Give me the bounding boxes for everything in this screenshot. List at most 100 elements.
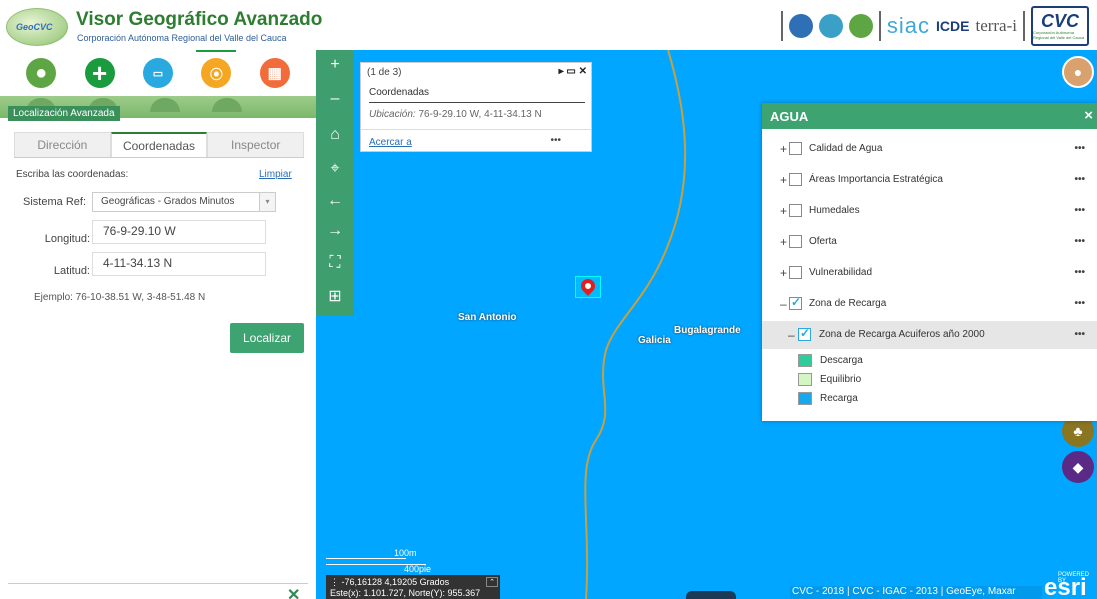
panel-title: Localización Avanzada	[8, 106, 120, 121]
coordinate-readout: ⋮ -76,16128 4,19205 Grados Este(x): 1.10…	[326, 575, 500, 599]
layer-row[interactable]: + Vulnerabilidad •••	[762, 261, 1097, 285]
locate-icon[interactable]: ⌖	[316, 154, 354, 184]
more-options-icon[interactable]: •••	[1074, 143, 1085, 154]
popup-more-icon[interactable]: •••	[550, 135, 561, 146]
location-marker[interactable]	[575, 276, 601, 298]
pin-tool-button[interactable]: ●	[26, 58, 57, 88]
esri-logo: POWERED BY esri	[1044, 570, 1097, 599]
measure-tool-button[interactable]: ▭	[142, 58, 173, 88]
place-label: Bugalagrande	[674, 325, 741, 336]
popup-body-label: Ubicación:	[369, 109, 416, 120]
terrai-logo: terra-i	[975, 16, 1017, 35]
reference-system-value: Geográficas - Grados Minutos	[101, 196, 235, 207]
layer-name: Calidad de Agua	[809, 143, 883, 154]
pin-icon: ●	[35, 61, 48, 84]
add-tool-button[interactable]: +	[84, 57, 115, 88]
collapse-icon[interactable]: –	[780, 297, 787, 311]
map-attribution: CVC - 2018 | CVC - IGAC - 2013 | GeoEye,…	[790, 586, 1042, 599]
app-title: Visor Geográfico Avanzado	[76, 9, 323, 30]
expand-icon[interactable]: +	[780, 266, 787, 280]
coordinate-line2: Este(x): 1.101.727, Norte(Y): 955.367	[330, 588, 481, 598]
more-options-icon[interactable]: •••	[1074, 329, 1085, 340]
coordinate-menu-icon[interactable]: ⋮	[330, 577, 339, 587]
sublayer-checkbox[interactable]	[798, 326, 811, 341]
scale-bar: 100m 400pie	[326, 548, 486, 575]
forward-arrow-icon[interactable]: →	[316, 216, 354, 246]
layer-name: Áreas Importancia Estratégica	[809, 174, 943, 185]
expand-icon[interactable]: +	[780, 204, 787, 218]
shadow-shape	[150, 98, 180, 112]
localizar-button[interactable]: Localizar	[230, 323, 304, 353]
layer-panel-header: AGUA ×	[762, 103, 1097, 129]
close-icon[interactable]: ×	[1084, 107, 1093, 124]
zoom-out-button[interactable]: –	[316, 84, 354, 114]
geocvc-logo[interactable]: GeoCVC	[6, 8, 68, 46]
reference-system-select[interactable]: Geográficas - Grados Minutos ▾	[92, 192, 276, 212]
sublayer-row[interactable]: – Zona de Recarga Acuiferos año 2000 •••	[762, 321, 1097, 349]
extent-icon[interactable]: ⊞	[316, 282, 354, 312]
chevron-down-icon[interactable]: ▾	[259, 193, 275, 211]
popup-controls[interactable]: ▸ ▭ ✕	[559, 66, 587, 77]
layer-name: Zona de Recarga	[809, 298, 887, 309]
place-label: San Antonio	[458, 312, 517, 323]
zoom-to-link[interactable]: Acercar a	[369, 137, 412, 148]
tab-coordenadas[interactable]: Coordenadas	[110, 132, 208, 157]
more-options-icon[interactable]: •••	[1074, 236, 1085, 247]
popup-title: Coordenadas	[369, 87, 430, 98]
layer-checkbox[interactable]	[789, 142, 802, 155]
latitud-label: Latitud:	[53, 265, 90, 277]
layer-row[interactable]: + Oferta •••	[762, 230, 1097, 254]
more-options-icon[interactable]: •••	[1074, 174, 1085, 185]
tab-direccion[interactable]: Dirección	[14, 132, 111, 157]
layer-checkbox[interactable]	[789, 204, 802, 217]
layer-name: Vulnerabilidad	[809, 267, 873, 278]
more-options-icon[interactable]: •••	[1074, 267, 1085, 278]
collapse-icon[interactable]: –	[788, 328, 795, 342]
calculator-tool-button[interactable]: ▦	[259, 58, 290, 88]
popup-count: (1 de 3)	[367, 67, 402, 78]
zoom-in-button[interactable]: +	[316, 50, 354, 80]
expand-icon[interactable]: +	[780, 142, 787, 156]
bottom-panel-handle[interactable]	[686, 591, 736, 599]
home-icon[interactable]: ⌂	[316, 120, 354, 150]
region-widget-icon[interactable]: ◆	[1062, 451, 1094, 483]
header: GeoCVC Visor Geográfico Avanzado Corpora…	[0, 0, 1097, 50]
layer-name: Humedales	[809, 205, 860, 216]
longitud-input[interactable]: 76-9-29.10 W	[92, 220, 266, 244]
more-options-icon[interactable]: •••	[1074, 298, 1085, 309]
cvc-logo-text: CVC	[1040, 11, 1079, 31]
expand-icon[interactable]: +	[780, 235, 787, 249]
calculator-icon: ▦	[267, 65, 282, 82]
clear-link[interactable]: Limpiar	[259, 169, 292, 180]
expand-icon[interactable]: +	[780, 173, 787, 187]
cvc-logo-subtext: Corporación Autónoma Regional del Valle …	[1033, 30, 1085, 40]
left-panel: ● + ▭ ⦿ ▦ Localización Avanzada Direcció…	[0, 50, 316, 599]
back-arrow-icon[interactable]: ←	[316, 186, 354, 216]
layer-panel-title: AGUA	[770, 109, 809, 124]
layer-row[interactable]: + Áreas Importancia Estratégica •••	[762, 168, 1097, 192]
map-pin-icon	[578, 276, 598, 296]
locate-tool-button[interactable]: ⦿	[201, 58, 232, 88]
latitud-input[interactable]: 4-11-34.13 N	[92, 252, 266, 276]
layer-checkbox[interactable]	[789, 173, 802, 186]
layer-checkbox[interactable]	[789, 235, 802, 248]
scale-line	[326, 558, 406, 559]
layer-row[interactable]: + Calidad de Agua •••	[762, 137, 1097, 161]
divider	[780, 11, 783, 41]
fullscreen-icon[interactable]: ⛶	[316, 248, 354, 278]
partner-logos: siac ICDE terra-i CVC Corporación Autóno…	[780, 4, 1089, 48]
legend-label: Recarga	[820, 393, 858, 404]
layer-checkbox[interactable]	[789, 266, 802, 279]
plus-icon: +	[91, 57, 108, 88]
user-widget-icon[interactable]: ●	[1062, 56, 1094, 88]
coordinates-hint: Escriba las coordenadas:	[16, 169, 129, 180]
layer-row[interactable]: – Zona de Recarga •••	[762, 292, 1097, 316]
close-panel-icon[interactable]: ✕	[287, 585, 300, 599]
layer-row[interactable]: + Humedales •••	[762, 199, 1097, 223]
tab-inspector[interactable]: Inspector	[207, 132, 305, 157]
cvc-logo: CVC Corporación Autónoma Regional del Va…	[1031, 6, 1089, 46]
icde-logo: ICDE	[936, 18, 970, 34]
chevron-up-icon[interactable]: ⌃	[486, 577, 498, 587]
more-options-icon[interactable]: •••	[1074, 205, 1085, 216]
layer-checkbox[interactable]	[789, 295, 802, 310]
